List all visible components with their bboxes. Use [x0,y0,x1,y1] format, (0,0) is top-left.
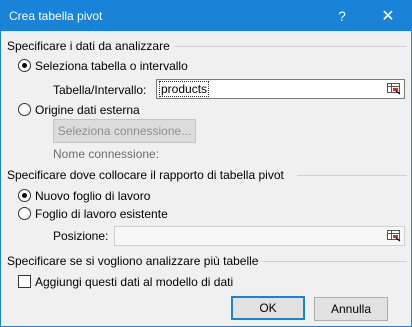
section-divider [257,261,407,262]
radio-external-source-label[interactable]: Origine dati esterna [35,103,140,117]
help-button[interactable]: ? [319,1,365,31]
range-selector-icon[interactable] [385,81,403,97]
help-icon: ? [338,8,346,24]
dialog-title: Crea tabella pivot [9,9,103,23]
section-divider [297,175,407,176]
cancel-label: Annulla [330,302,372,316]
radio-external-source[interactable] [18,103,31,116]
radio-existing-worksheet-label[interactable]: Foglio di lavoro esistente [35,207,168,221]
radio-existing-worksheet[interactable] [18,207,31,220]
section-multiple-tables: Specificare se si vogliono analizzare pi… [7,254,407,268]
ok-label: OK [259,301,277,315]
close-button[interactable]: ✕ [365,1,411,31]
connection-name-label: Nome connessione: [53,147,160,161]
position-input[interactable] [114,226,405,246]
section-heading: Specificare i dati da analizzare [7,39,174,53]
select-connection-button[interactable]: Seleziona connessione... [53,119,196,143]
position-label: Posizione: [53,229,109,243]
radio-select-table-label[interactable]: Seleziona tabella o intervallo [35,59,188,73]
create-pivot-dialog: Crea tabella pivot ? ✕ Specificare i dat… [0,0,412,327]
section-destination: Specificare dove collocare il rapporto d… [7,168,407,182]
table-range-label: Tabella/Intervallo: [53,83,147,97]
select-connection-label: Seleziona connessione... [57,124,192,138]
table-range-value: products [159,81,210,97]
section-divider [175,46,407,47]
cancel-button[interactable]: Annulla [314,297,388,321]
section-heading: Specificare dove collocare il rapporto d… [7,168,288,182]
radio-select-table[interactable] [18,59,31,72]
add-to-data-model-label[interactable]: Aggiungi questi dati al modello di dati [35,275,233,289]
ok-button[interactable]: OK [231,296,305,320]
range-selector-icon[interactable] [385,228,403,244]
section-data-source: Specificare i dati da analizzare [7,39,407,53]
close-icon: ✕ [381,8,395,25]
radio-new-worksheet[interactable] [18,189,31,202]
table-range-input[interactable]: products [156,79,405,99]
radio-new-worksheet-label[interactable]: Nuovo foglio di lavoro [35,189,150,203]
add-to-data-model-checkbox[interactable] [18,275,31,288]
section-heading: Specificare se si vogliono analizzare pi… [7,254,263,268]
title-bar[interactable]: Crea tabella pivot ? ✕ [1,1,411,31]
